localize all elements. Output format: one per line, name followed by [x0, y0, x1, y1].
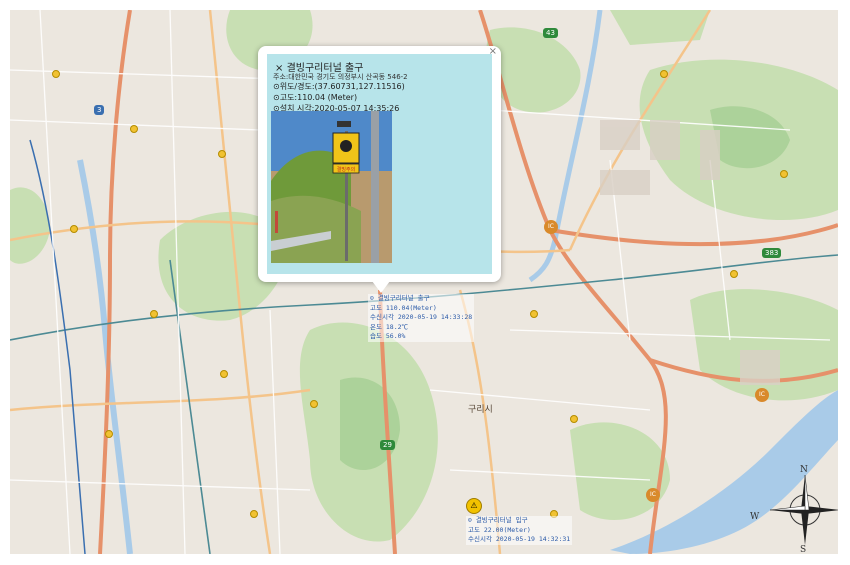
- popup-pointer: [372, 281, 390, 293]
- close-icon[interactable]: ×: [489, 46, 497, 57]
- sensor-time: 수신시각 2020-05-19 14:32:31: [468, 535, 571, 543]
- compass-north: N: [800, 465, 808, 475]
- poi-marker: [218, 150, 226, 158]
- sensor-info-entrance[interactable]: ⊙ 결빙구리터널 입구 고도 22.00(Meter) 수신시각 2020-05…: [466, 516, 573, 545]
- sensor-marker-entrance[interactable]: ⚠: [466, 498, 482, 514]
- poi-marker: [130, 125, 138, 133]
- poi-marker: [105, 430, 113, 438]
- poi-marker: [730, 270, 738, 278]
- route-shield: 383: [762, 248, 782, 258]
- compass-icon: [769, 474, 838, 545]
- poi-marker: [530, 310, 538, 318]
- poi-marker: [780, 170, 788, 178]
- sensor-temperature: 온도 18.2℃: [370, 322, 409, 331]
- sensor-info-exit[interactable]: ⊙ 결빙구리터널 출구 고도 110.04(Meter) 수신시각 2020-0…: [368, 294, 475, 342]
- popup-coords: ⊙위도/경도:(37.60731,127.11516): [273, 82, 405, 91]
- popup-body: × 결빙구리터널 출구 주소:대한민국 경기도 의정부시 산곡동 546-2 ⊙…: [267, 54, 492, 274]
- map-canvas[interactable]: 43 383 29 IC IC IC 3 구리시 ⊙ 결빙구리터널 출구 고도 …: [10, 10, 838, 554]
- route-shield: 3: [94, 105, 105, 115]
- tunnel-popup[interactable]: × 결빙구리터널 출구 주소:대한민국 경기도 의정부시 산곡동 546-2 ⊙…: [258, 46, 501, 293]
- route-shield: 43: [543, 28, 558, 38]
- interchange-badge: IC: [544, 220, 558, 234]
- poi-marker: [570, 415, 578, 423]
- sensor-altitude: 고도 22.00(Meter): [468, 525, 531, 534]
- interchange-badge: IC: [646, 488, 660, 502]
- compass-west: W: [750, 512, 760, 522]
- route-shield: 29: [380, 440, 395, 450]
- site-photo: 결빙주의: [271, 111, 392, 263]
- warning-icon: ⚠: [470, 501, 478, 510]
- poi-marker: [250, 510, 258, 518]
- interchange-badge: IC: [755, 388, 769, 402]
- sensor-title: ⊙ 결빙구리터널 출구: [370, 294, 430, 302]
- poi-marker: [660, 70, 668, 78]
- sign-label: 결빙주의: [337, 166, 355, 173]
- city-label: 구리시: [468, 405, 493, 415]
- sensor-humidity: 습도 56.0%: [370, 332, 406, 340]
- poi-marker: [150, 310, 158, 318]
- compass-rose: N W S: [750, 465, 838, 554]
- poi-marker: [310, 400, 318, 408]
- poi-marker: [220, 370, 228, 378]
- sensor-altitude: 고도 110.04(Meter): [370, 303, 437, 312]
- popup-altitude: ⊙고도:110.04 (Meter): [273, 93, 358, 102]
- compass-south: S: [800, 545, 807, 554]
- sensor-title: ⊙ 결빙구리터널 입구: [468, 516, 528, 524]
- poi-marker: [52, 70, 60, 78]
- poi-marker: [70, 225, 78, 233]
- sensor-time: 수신시각 2020-05-19 14:33:28: [370, 313, 473, 321]
